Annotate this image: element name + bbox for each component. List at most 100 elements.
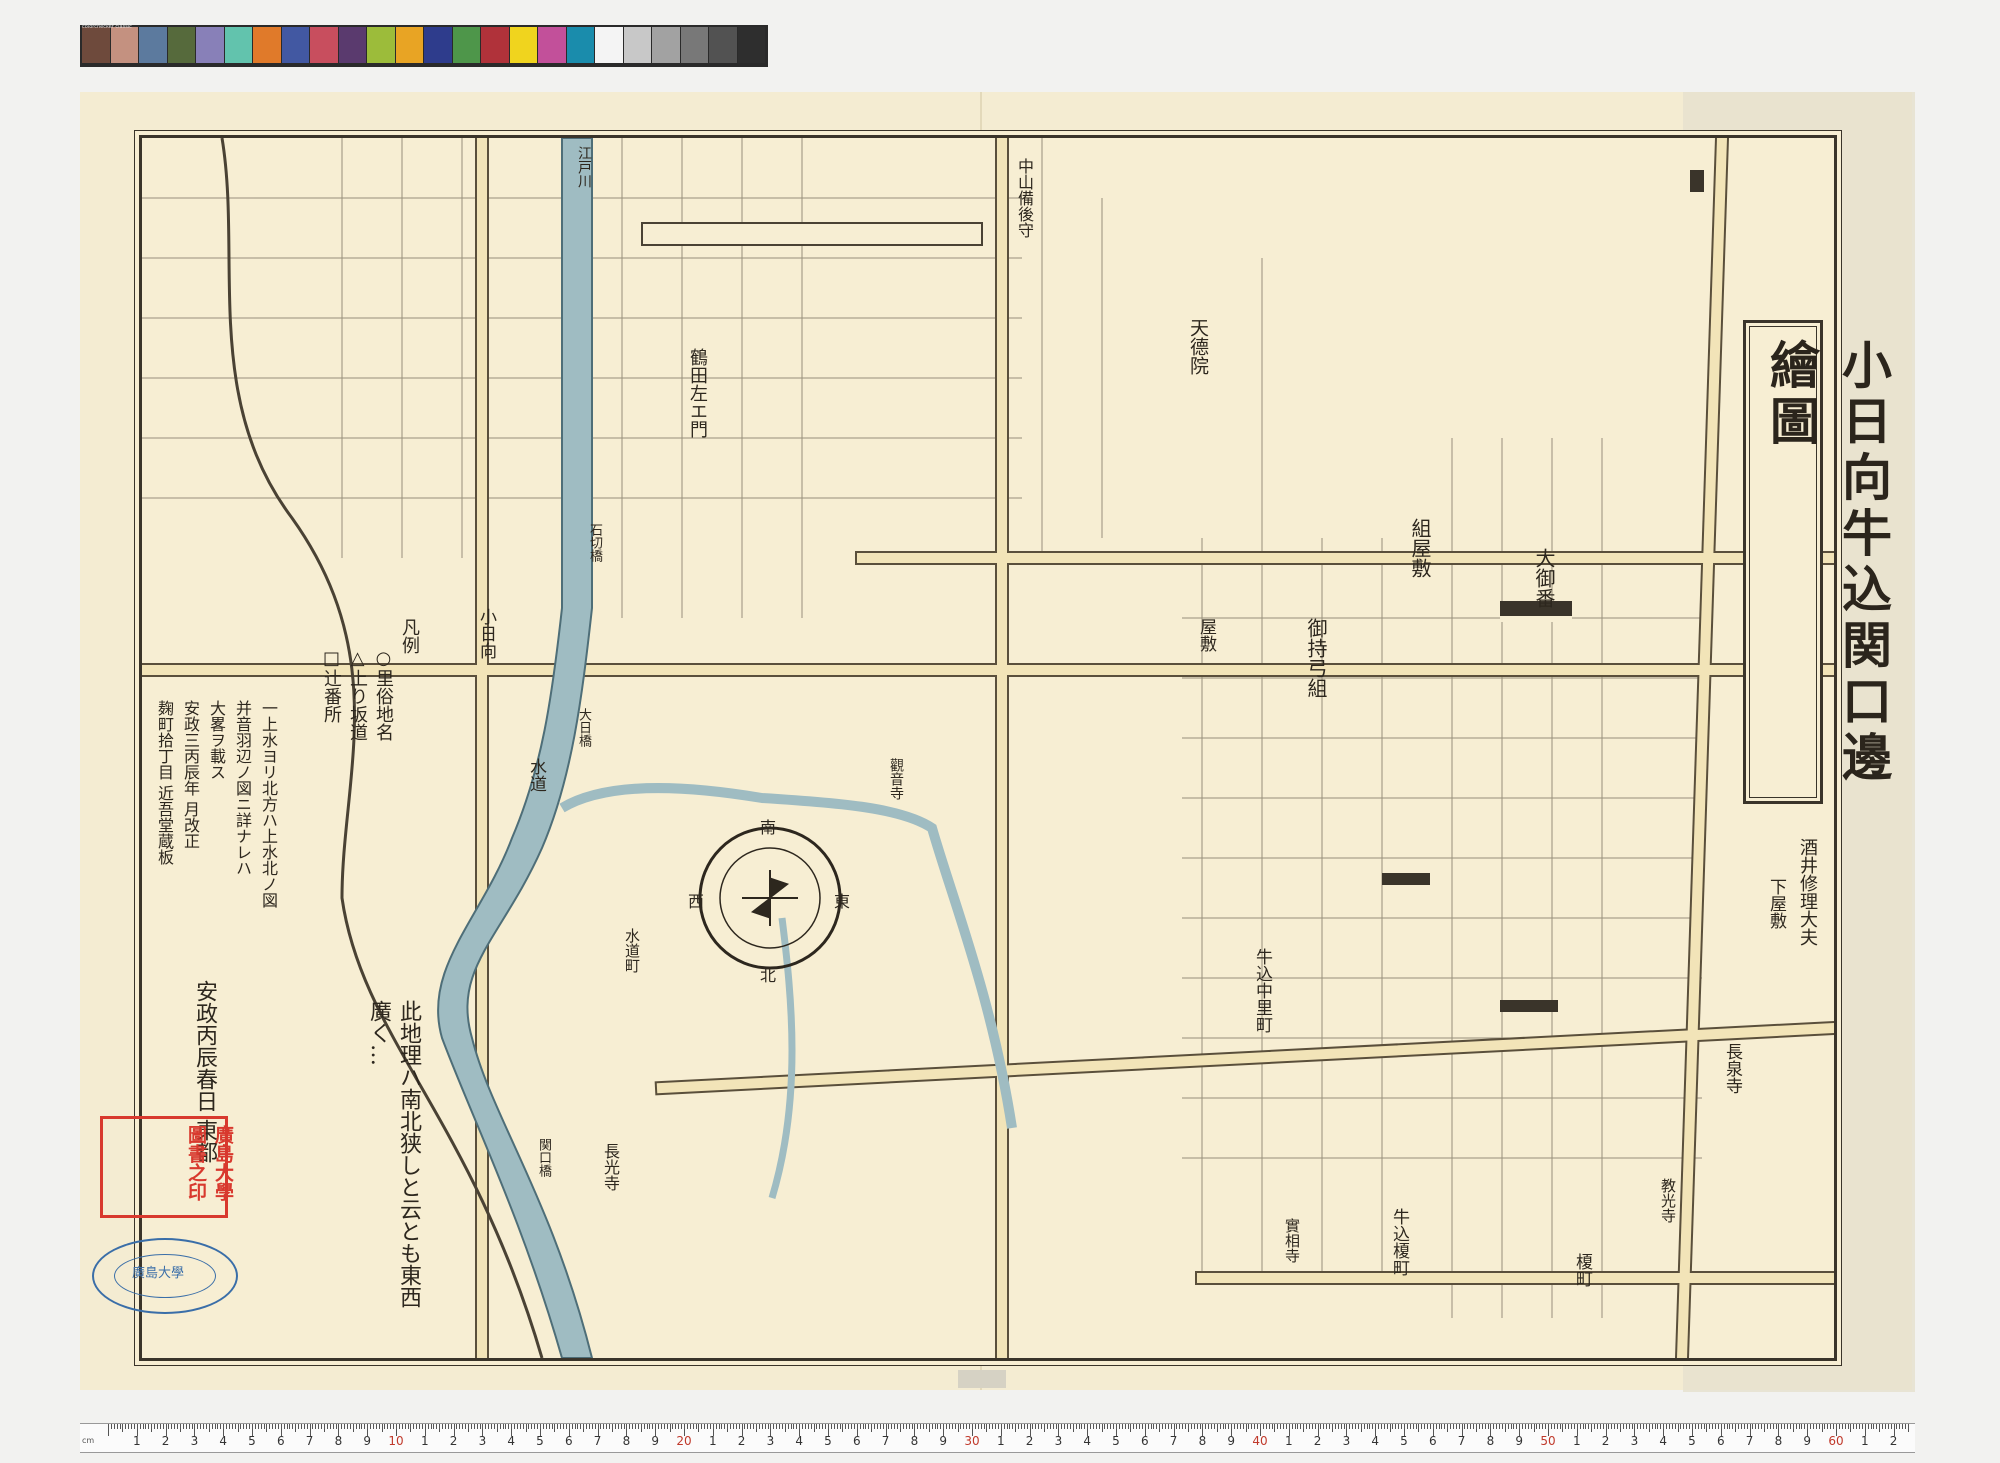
ruler-tick [1884,1424,1886,1429]
ruler-tick [1380,1424,1382,1429]
ruler-tick [577,1424,579,1429]
ruler-label: 4 [1371,1434,1380,1448]
ruler-tick [1329,1424,1331,1429]
area-tentokuin: 天德院 [1187,318,1209,375]
ruler-tick [142,1424,144,1429]
ruler-tick [1824,1424,1826,1429]
ruler-tick [1591,1424,1593,1432]
ruler-tick [1493,1424,1495,1429]
ruler-tick [237,1424,239,1432]
ruler-tick [110,1424,112,1429]
legend-item-place-names: ○里俗地名 [373,648,394,741]
ruler-tick [148,1424,150,1429]
ruler-tick [358,1424,360,1429]
ruler-label: 2 [1025,1434,1034,1448]
ruler-tick [603,1424,605,1429]
ruler-tick [689,1424,691,1429]
ruler-tick [822,1424,824,1429]
ruler-tick [1277,1424,1279,1429]
ruler-tick [1162,1424,1164,1429]
ruler-tick [1438,1424,1440,1429]
ruler-label: 6 [564,1434,573,1448]
ruler-label: 1 [420,1434,429,1448]
ruler-tick [1712,1424,1714,1429]
ruler-tick [410,1424,412,1432]
ruler-tick [254,1424,256,1429]
ruler-tick [1585,1424,1587,1429]
ruler-tick [263,1424,265,1429]
ruler-tick [1427,1424,1429,1429]
color-swatch [110,27,138,63]
area-chokoji: 長光寺 [601,1143,620,1191]
ruler-tick [1271,1424,1273,1429]
seal-red-text: 廣島大學圖書之印 [185,1125,234,1201]
ruler-tick [1107,1424,1109,1429]
ruler-tick [735,1424,737,1429]
area-ushigome-nakazatocho: 牛込中里町 [1252,948,1272,1033]
ruler-tick [692,1424,694,1429]
ruler-tick [1360,1424,1362,1432]
ruler-tick [1594,1424,1596,1429]
ruler-tick [372,1424,374,1429]
inscription-line-1: 此地理ハ南北狭しと云とも東西 [396,1000,421,1308]
ruler-tick [1458,1424,1460,1429]
map-title: 小日向牛込関口邊繪圖 [1762,339,1893,787]
ruler-tick [756,1424,757,1432]
ruler-tick [1481,1424,1483,1429]
ruler-tick [125,1424,127,1429]
ruler-tick [1450,1424,1452,1429]
ruler-tick [629,1424,631,1429]
ruler-label: 8 [622,1434,631,1448]
ruler-tick [551,1424,553,1429]
ruler-tick [724,1424,726,1429]
ruler-tick [620,1424,622,1429]
ruler-tick [894,1424,896,1429]
ruler-tick [433,1424,435,1429]
ruler-tick [992,1424,994,1429]
ruler-tick [1236,1424,1238,1429]
ruler-tick [1838,1424,1840,1429]
ruler-tick [531,1424,533,1429]
ruler-tick [753,1424,755,1429]
ruler-tick [845,1424,847,1429]
ruler-label: 5 [1112,1434,1120,1448]
ruler-tick [182,1424,184,1429]
ruler-tick [609,1424,611,1429]
ruler-tick [1527,1424,1529,1429]
ruler-tick [744,1424,746,1429]
ruler-tick [329,1424,331,1429]
ruler-tick [1573,1424,1575,1429]
ruler-tick [848,1424,850,1429]
ruler-tick [1732,1424,1734,1429]
legend-note-2: 并音羽辺ノ図ニ詳ナレハ [233,700,252,876]
ruler-tick [1378,1424,1380,1429]
ruler-tick [1268,1424,1270,1429]
ruler-label: 4 [507,1434,516,1448]
ruler-tick [1859,1424,1861,1429]
area-suido: 水道 [526,758,546,792]
ruler-label: 5 [1400,1434,1408,1448]
ruler-tick [865,1424,867,1429]
map-legend: 凡例 ○里俗地名 △上り坂道 □辻番所 一上水ヨリ北方ハ上水北ノ図 并音羽辺ノ図… [155,618,426,938]
ruler-tick [588,1424,590,1429]
ruler-tick [1510,1424,1512,1429]
ruler-tick [1844,1424,1846,1429]
ruler-tick [1542,1424,1544,1429]
ruler-tick [1147,1424,1149,1429]
ruler-tick [465,1424,467,1429]
ruler-tick [298,1424,300,1429]
color-swatch [652,27,680,63]
ruler-tick [442,1424,444,1429]
ruler-tick [882,1424,884,1429]
ruler-tick [1565,1424,1567,1429]
ruler-tick [326,1424,328,1429]
ruler-tick [1297,1424,1299,1429]
ruler-tick [1020,1424,1022,1429]
ruler-tick [1812,1424,1814,1429]
area-kannonji: 觀音寺 [888,758,904,800]
ruler-label: 3 [1054,1434,1063,1448]
ruler-tick [1870,1424,1872,1429]
ruler-tick [1343,1424,1345,1429]
ruler-tick [200,1424,202,1429]
ruler-tick [1003,1424,1005,1429]
